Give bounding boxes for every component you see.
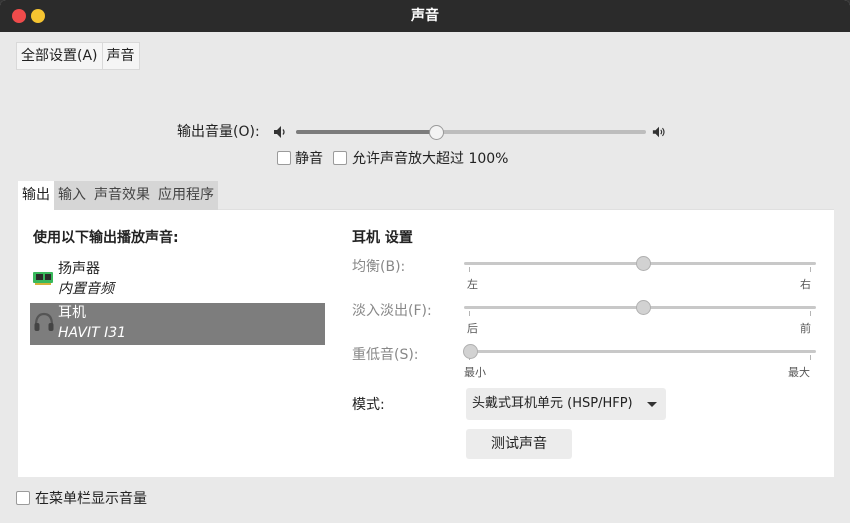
- device-speaker[interactable]: 扬声器 内置音频: [30, 259, 325, 301]
- mute-label: 静音: [295, 151, 323, 167]
- bass-mark-right: [810, 355, 811, 360]
- tab-bar-filler: [218, 181, 834, 210]
- device-speaker-description: 内置音频: [58, 281, 114, 297]
- device-headphones-description: HAVIT I31: [58, 325, 127, 341]
- show-in-menubar-checkbox[interactable]: [16, 491, 30, 505]
- bass-knob[interactable]: [463, 344, 478, 359]
- breadcrumb-all-settings[interactable]: 全部设置(A): [16, 42, 103, 70]
- chevron-down-icon: [647, 402, 657, 407]
- mode-label: 模式:: [352, 397, 385, 413]
- output-volume-label: 输出音量(O):: [177, 124, 260, 140]
- speaker-high-icon: [652, 126, 665, 138]
- mute-checkbox[interactable]: [277, 151, 291, 165]
- speaker-low-icon: [274, 126, 285, 138]
- device-headphones[interactable]: 耳机 HAVIT I31: [30, 303, 325, 345]
- output-volume-knob[interactable]: [429, 125, 444, 140]
- fade-right-label: 前: [800, 322, 811, 335]
- tab-applications[interactable]: 应用程序: [154, 181, 218, 210]
- fade-label: 淡入淡出(F):: [352, 303, 432, 319]
- test-sound-button[interactable]: 测试声音: [466, 429, 572, 459]
- amplify-label: 允许声音放大超过 100%: [352, 151, 509, 167]
- bass-slider[interactable]: [464, 350, 816, 353]
- balance-mark-right: [810, 267, 811, 272]
- mode-selected-value: 头戴式耳机单元 (HSP/HFP): [472, 396, 633, 411]
- headphone-settings-heading: 耳机 设置: [352, 230, 413, 246]
- bass-min-label: 最小: [464, 366, 486, 379]
- sound-settings-window: 声音 全部设置(A) 声音 输出音量(O): 静音 允许声音放大超过 100% …: [0, 0, 850, 523]
- fade-mark-right: [810, 311, 811, 316]
- output-device-heading: 使用以下输出播放声音:: [33, 230, 179, 246]
- fade-left-label: 后: [467, 322, 478, 335]
- balance-knob[interactable]: [636, 256, 651, 271]
- fade-knob[interactable]: [636, 300, 651, 315]
- bass-label: 重低音(S):: [352, 347, 419, 363]
- device-panel: 输出 输入 声音效果 应用程序 使用以下输出播放声音: 扬声器 内置音频 耳机: [18, 181, 834, 477]
- device-speaker-name: 扬声器: [58, 261, 100, 277]
- fade-mark-left: [469, 311, 470, 316]
- breadcrumb: 全部设置(A) 声音: [16, 42, 140, 70]
- tab-output[interactable]: 输出: [18, 181, 54, 210]
- balance-left-label: 左: [467, 278, 478, 291]
- device-headphones-name: 耳机: [58, 305, 86, 321]
- balance-label: 均衡(B):: [352, 259, 406, 275]
- balance-right-label: 右: [800, 278, 811, 291]
- headphones-icon: [34, 312, 54, 331]
- output-volume-fill: [296, 130, 436, 134]
- title-bar[interactable]: 声音: [0, 0, 850, 32]
- show-in-menubar-label: 在菜单栏显示音量: [35, 491, 147, 507]
- breadcrumb-sound[interactable]: 声音: [102, 42, 140, 70]
- amplify-checkbox[interactable]: [333, 151, 347, 165]
- window-title: 声音: [411, 8, 439, 24]
- balance-mark-left: [469, 267, 470, 272]
- sound-card-icon: [33, 272, 53, 285]
- output-volume-slider[interactable]: [296, 130, 646, 134]
- tab-input[interactable]: 输入: [54, 181, 90, 210]
- tab-bar: 输出 输入 声音效果 应用程序: [18, 181, 834, 210]
- mode-dropdown[interactable]: 头戴式耳机单元 (HSP/HFP): [466, 388, 666, 420]
- tab-sound-effects[interactable]: 声音效果: [90, 181, 154, 210]
- bass-max-label: 最大: [788, 366, 810, 379]
